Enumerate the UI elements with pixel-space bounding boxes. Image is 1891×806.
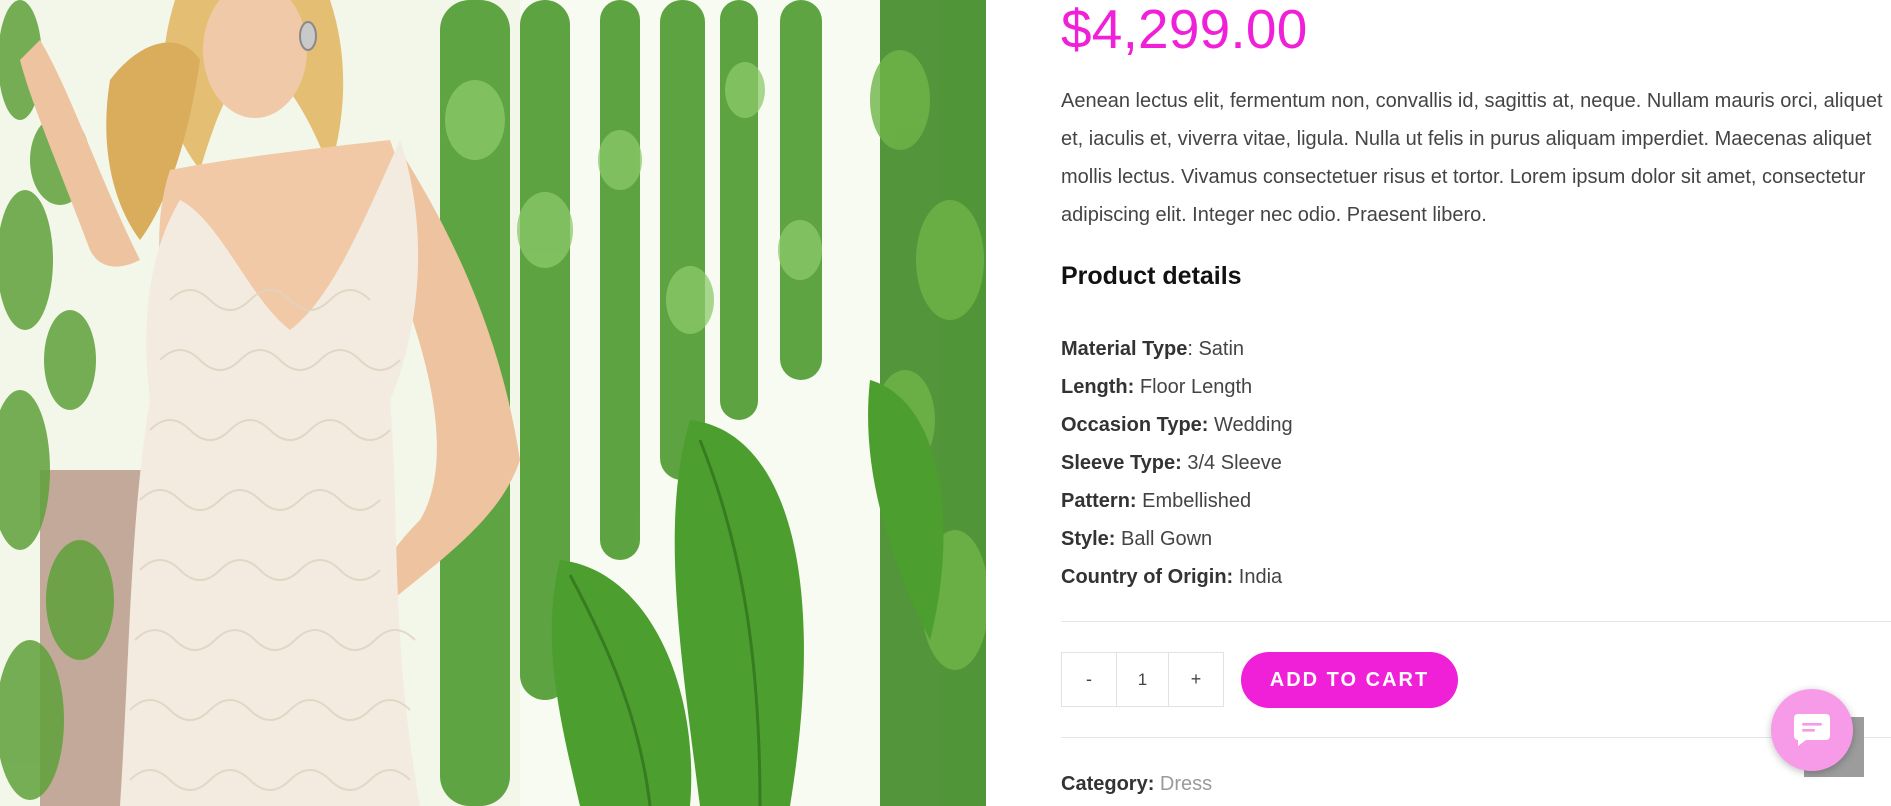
detail-occasion-type: Occasion Type: Wedding	[1061, 406, 1293, 444]
detail-value: Satin	[1198, 338, 1245, 360]
product-details-list: Material Type: Satin Length: Floor Lengt…	[1061, 330, 1293, 596]
category-label: Category:	[1061, 773, 1155, 795]
chat-bubble-icon	[1794, 714, 1830, 746]
detail-value: Floor Length	[1139, 376, 1253, 398]
detail-separator: :	[1187, 338, 1199, 360]
detail-label: Country of Origin:	[1061, 566, 1234, 588]
product-summary: $4,299.00 Aenean lectus elit, fermentum …	[1061, 0, 1891, 806]
detail-material-type: Material Type: Satin	[1061, 330, 1293, 368]
detail-value: 3/4 Sleeve	[1187, 452, 1282, 474]
detail-label: Occasion Type:	[1061, 414, 1209, 436]
detail-label: Pattern:	[1061, 490, 1137, 512]
quantity-stepper: - 1 +	[1061, 652, 1224, 707]
divider	[1061, 737, 1891, 738]
detail-value: Wedding	[1214, 414, 1293, 436]
detail-style: Style: Ball Gown	[1061, 520, 1293, 558]
chat-widget-button[interactable]	[1771, 689, 1853, 771]
detail-label: Sleeve Type:	[1061, 452, 1182, 474]
detail-value: Embellished	[1142, 490, 1252, 512]
divider	[1061, 621, 1891, 622]
quantity-increase-button[interactable]: +	[1169, 653, 1223, 706]
product-category: Category: Dress	[1061, 773, 1212, 796]
detail-label: Style:	[1061, 528, 1116, 550]
category-link[interactable]: Dress	[1160, 773, 1212, 795]
product-details-heading: Product details	[1061, 262, 1242, 290]
product-image[interactable]	[0, 0, 986, 806]
add-to-cart-button[interactable]: ADD TO CART	[1241, 652, 1458, 708]
product-price: $4,299.00	[1061, 0, 1308, 60]
detail-sleeve-type: Sleeve Type: 3/4 Sleeve	[1061, 444, 1293, 482]
quantity-input[interactable]: 1	[1116, 653, 1169, 706]
quantity-decrease-button[interactable]: -	[1062, 653, 1116, 706]
detail-value: Ball Gown	[1121, 528, 1213, 550]
detail-label: Material Type	[1061, 338, 1188, 360]
detail-country-of-origin: Country of Origin: India	[1061, 558, 1293, 596]
product-description: Aenean lectus elit, fermentum non, conva…	[1061, 90, 1883, 226]
detail-pattern: Pattern: Embellished	[1061, 482, 1293, 520]
detail-label: Length:	[1061, 376, 1135, 398]
detail-length: Length: Floor Length	[1061, 368, 1293, 406]
detail-value: India	[1238, 566, 1283, 588]
product-page: $4,299.00 Aenean lectus elit, fermentum …	[0, 0, 1891, 806]
